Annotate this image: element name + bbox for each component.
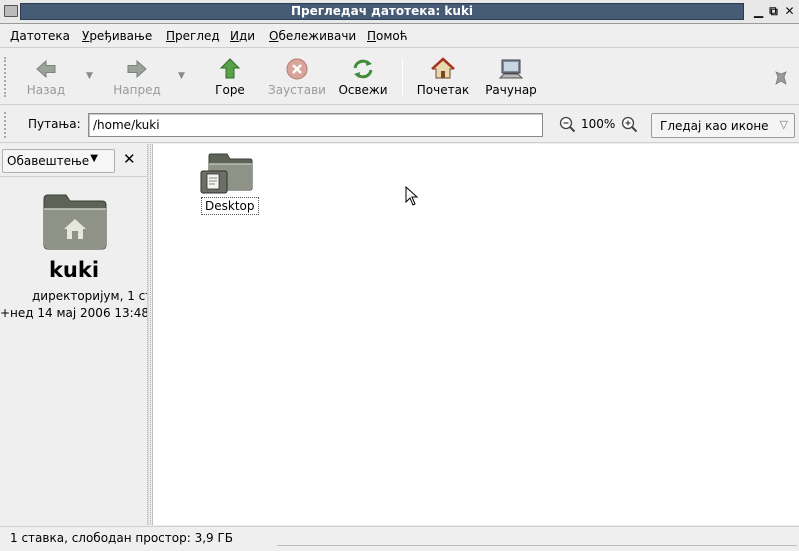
home-folder-icon — [43, 194, 107, 250]
status-separator — [277, 545, 797, 551]
file-view[interactable]: Desktop — [153, 144, 799, 525]
home-button[interactable]: Почетак — [412, 53, 474, 101]
reload-button[interactable]: Освежи — [334, 53, 392, 101]
location-label: Путања: — [28, 117, 81, 131]
forward-history-dropdown-icon[interactable]: ▼ — [178, 71, 185, 81]
back-button[interactable]: Назад — [16, 53, 76, 101]
zoom-level[interactable]: 100% — [581, 117, 615, 131]
menu-help[interactable]: Помоћ — [367, 29, 408, 44]
location-bar-grip[interactable] — [4, 112, 7, 138]
toolbar-separator — [402, 59, 403, 97]
forward-button[interactable]: Напред — [106, 53, 168, 101]
status-bar: 1 ставка, слободан простор: 3,9 ГБ — [0, 526, 799, 551]
back-arrow-icon — [36, 59, 56, 79]
menu-file[interactable]: Датотека — [10, 29, 70, 44]
restore-icon[interactable]: ⧉ — [766, 3, 781, 19]
stop-button[interactable]: Заустави — [264, 53, 330, 101]
folder-desktop-icon — [200, 153, 253, 194]
folder-type-info: директоријум, 1 ст — [32, 289, 148, 303]
location-bar: Путања: 100% Гледај као иконе ▽ — [0, 106, 799, 143]
computer-icon — [498, 59, 524, 79]
close-sidepane-icon[interactable]: ✕ — [123, 150, 136, 168]
computer-button[interactable]: Рачунар — [480, 53, 542, 101]
toolbar: Назад ▼ Напред ▼ Горе Заустави Освежи По… — [0, 49, 799, 105]
window-menu-icon[interactable] — [4, 5, 18, 17]
zoom-in-icon[interactable] — [621, 116, 638, 133]
minimize-icon[interactable]: ▁ — [751, 3, 766, 19]
menu-edit[interactable]: Уређивање — [82, 29, 152, 44]
back-history-dropdown-icon[interactable]: ▼ — [86, 71, 93, 81]
menu-go[interactable]: Иди — [230, 29, 255, 44]
zoom-out-icon[interactable] — [559, 116, 576, 133]
view-as-dropdown[interactable]: Гледај као иконе ▽ — [651, 113, 795, 138]
side-pane: Обавештење ▼ ✕ kuki директоријум, 1 ст +… — [0, 144, 148, 525]
stop-icon — [286, 58, 308, 80]
close-icon[interactable]: ✕ — [782, 3, 797, 19]
forward-arrow-icon — [127, 59, 147, 79]
toolbar-grip[interactable] — [4, 57, 7, 97]
side-pane-selector[interactable]: Обавештење ▼ — [2, 149, 115, 173]
reload-icon — [353, 59, 373, 79]
home-icon — [431, 57, 455, 79]
folder-date: +нед 14 мај 2006 13:48 — [0, 306, 148, 320]
menu-view[interactable]: Преглед — [166, 29, 220, 44]
status-text: 1 ставка, слободан простор: 3,9 ГБ — [10, 531, 234, 545]
window-title: Прегледач датотека: kuki — [20, 3, 744, 20]
menu-bookmarks[interactable]: Обележивачи — [269, 29, 356, 44]
up-button[interactable]: Горе — [204, 53, 256, 101]
dropdown-arrow-icon: ▼ — [90, 153, 98, 164]
chevron-down-icon: ▽ — [779, 118, 788, 131]
up-arrow-icon — [219, 58, 241, 79]
folder-name: kuki — [48, 258, 100, 282]
location-input[interactable] — [88, 113, 543, 137]
title-bar: Прегледач датотека: kuki ▁ ⧉ ✕ — [0, 0, 799, 24]
menu-bar: Датотека Уређивање Преглед Иди Обележива… — [0, 25, 799, 48]
side-pane-header: Обавештење ▼ ✕ — [0, 144, 147, 177]
file-item[interactable]: Desktop — [200, 150, 262, 216]
throbber-icon — [775, 71, 787, 85]
mouse-cursor-icon — [405, 186, 419, 206]
file-name: Desktop — [201, 197, 259, 215]
